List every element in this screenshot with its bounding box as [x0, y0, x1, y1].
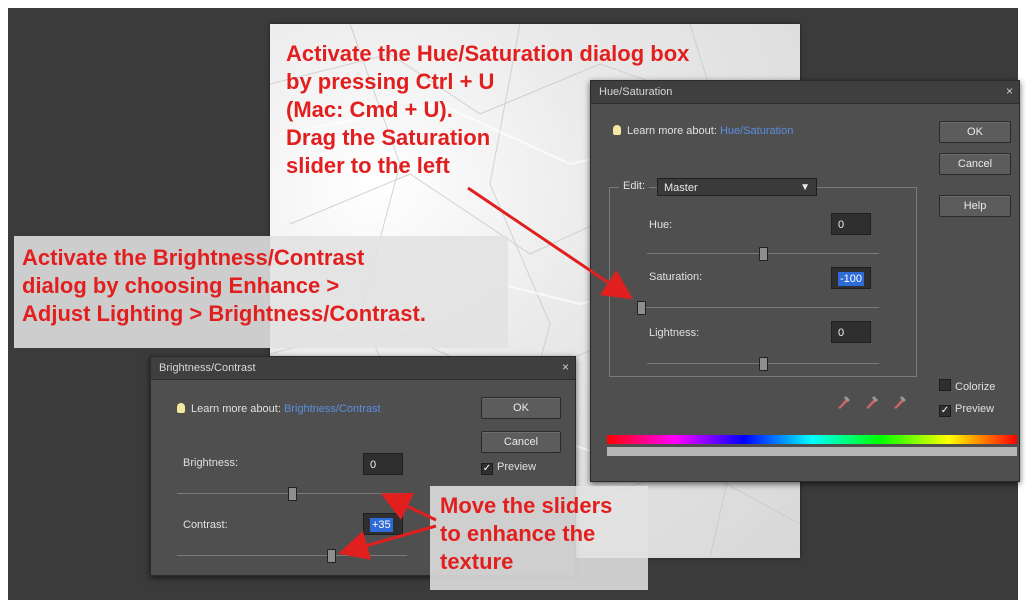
color-spectrum-bar — [607, 435, 1017, 444]
hue-input[interactable]: 0 — [831, 213, 871, 235]
preview-check-box[interactable]: ✓ — [939, 405, 951, 417]
colorize-check-box[interactable] — [939, 379, 951, 391]
eyedropper-plus-icon[interactable] — [865, 393, 879, 409]
colorize-checkbox[interactable]: Colorize — [939, 379, 995, 393]
learn-more-label: Learn more about: — [191, 403, 281, 415]
learn-more-row: Learn more about: Brightness/Contrast — [177, 403, 381, 415]
contrast-label: Contrast: — [183, 519, 228, 531]
lightness-label: Lightness: — [649, 327, 700, 339]
brightness-contrast-instruction: Activate the Brightness/Contrast dialog … — [22, 245, 426, 326]
learn-more-link[interactable]: Hue/Saturation — [720, 125, 793, 137]
lightness-input[interactable]: 0 — [831, 321, 871, 343]
preview-label: Preview — [955, 403, 995, 415]
hue-label: Hue: — [649, 219, 673, 231]
edit-channel-select[interactable]: Master ▼ — [657, 178, 817, 196]
learn-more-link[interactable]: Brightness/Contrast — [284, 403, 381, 415]
adjusted-spectrum-bar — [607, 447, 1017, 456]
edit-channel-value: Master — [664, 182, 698, 194]
cancel-button[interactable]: Cancel — [481, 431, 561, 453]
dialog-title: Brightness/Contrast — [159, 362, 256, 374]
brightness-input[interactable]: 0 — [363, 453, 403, 475]
preview-check-box[interactable]: ✓ — [481, 463, 493, 475]
contrast-input[interactable]: +35 — [363, 513, 403, 535]
preview-label: Preview — [497, 461, 537, 473]
preview-checkbox[interactable]: ✓ Preview — [939, 403, 994, 417]
chevron-down-icon: ▼ — [800, 182, 810, 193]
help-button[interactable]: Help — [939, 195, 1011, 217]
eyedropper-icon[interactable] — [837, 393, 851, 409]
cancel-button[interactable]: Cancel — [939, 153, 1011, 175]
slider-instruction: Move the sliders to enhance the texture — [440, 493, 613, 574]
brightness-slider-thumb[interactable] — [288, 487, 297, 501]
edit-label: Edit: — [619, 180, 650, 192]
brightness-label: Brightness: — [183, 457, 239, 469]
colorize-label: Colorize — [955, 381, 996, 393]
ok-button[interactable]: OK — [481, 397, 561, 419]
close-icon[interactable]: × — [562, 360, 569, 374]
contrast-slider-track[interactable] — [177, 555, 407, 556]
ok-button[interactable]: OK — [939, 121, 1011, 143]
lightness-slider-thumb[interactable] — [759, 357, 768, 371]
hue-slider-thumb[interactable] — [759, 247, 768, 261]
lightbulb-icon — [177, 403, 185, 413]
hue-saturation-instruction: Activate the Hue/Saturation dialog box b… — [286, 41, 690, 178]
contrast-slider-thumb[interactable] — [327, 549, 337, 563]
eyedropper-minus-icon[interactable] — [893, 393, 907, 409]
saturation-label: Saturation: — [649, 271, 703, 283]
saturation-slider-thumb[interactable] — [637, 301, 646, 315]
close-icon[interactable]: × — [1006, 84, 1013, 98]
saturation-input[interactable]: -100 — [831, 267, 871, 289]
brightness-contrast-titlebar: Brightness/Contrast × — [151, 357, 575, 380]
preview-checkbox[interactable]: ✓ Preview — [481, 461, 536, 475]
saturation-slider-track[interactable] — [641, 307, 879, 308]
